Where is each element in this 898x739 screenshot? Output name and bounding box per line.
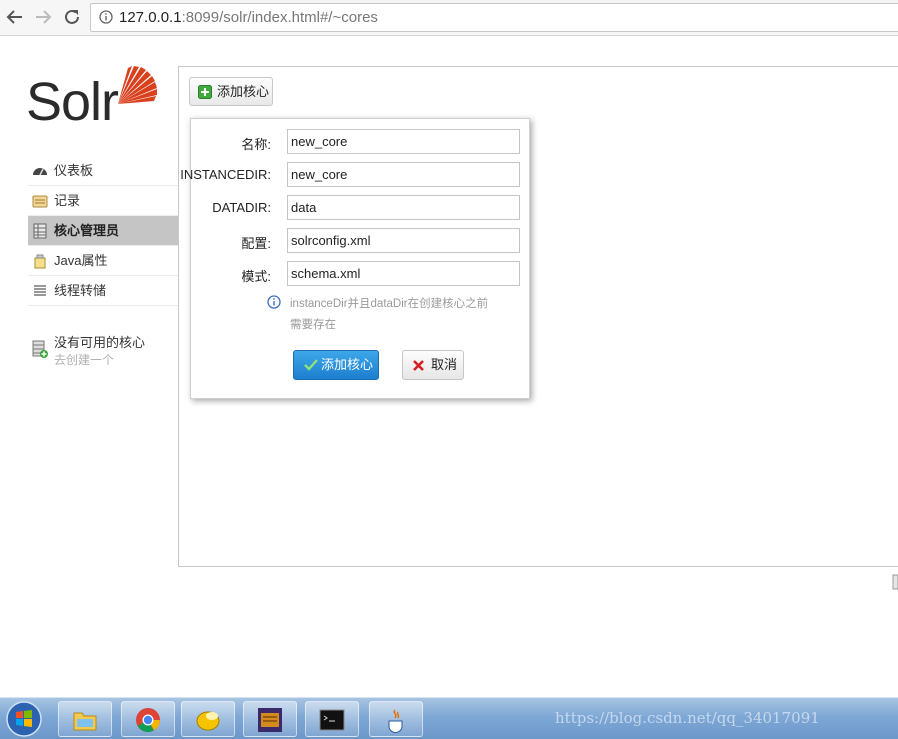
instancedir-field[interactable] — [287, 162, 520, 187]
cancel-button[interactable]: 取消 — [402, 350, 464, 380]
add-core-button[interactable]: 添加核心 — [189, 77, 273, 106]
no-cores-title: 没有可用的核心 — [54, 335, 146, 350]
sidebar-item-label: Java属性 — [54, 253, 108, 268]
sidebar-item-label: 核心管理员 — [54, 223, 120, 238]
cancel-button-label: 取消 — [431, 357, 458, 372]
chrome-icon — [136, 708, 160, 733]
add-core-dialog: 名称: INSTANCEDIR: DATADIR: 配置: 模式: instan… — [180, 118, 530, 399]
address-bar[interactable]: 127.0.0.1:8099/solr/index.html#/~cores — [90, 3, 898, 32]
close-icon — [413, 360, 424, 371]
taskbar-eclipse-javaee[interactable] — [243, 701, 297, 737]
sidebar-item-java-properties[interactable]: Java属性 — [28, 246, 178, 276]
reload-icon[interactable] — [61, 6, 83, 28]
folder-icon — [73, 712, 97, 731]
plus-icon — [198, 85, 212, 99]
datadir-label: DATADIR: — [212, 200, 271, 215]
sidebar-item-label: 记录 — [54, 193, 81, 208]
java-properties-icon — [34, 254, 46, 269]
url-text: 127.0.0.1:8099/solr/index.html#/~cores — [119, 9, 378, 26]
start-button-icon[interactable] — [4, 700, 44, 738]
taskbar-java[interactable] — [369, 701, 423, 737]
terminal-icon — [319, 709, 345, 731]
blog-watermark: https://blog.csdn.net/qq_34017091 — [555, 709, 820, 727]
taskbar-chrome[interactable] — [121, 701, 175, 737]
add-core-button-label: 添加核心 — [217, 84, 270, 99]
filezilla-icon — [196, 711, 220, 731]
checkmark-icon — [304, 359, 318, 371]
eclipse-javaee-icon — [258, 708, 282, 732]
sidebar-item-thread-dump[interactable]: 线程转储 — [28, 276, 178, 306]
sidebar-item-label: 线程转储 — [54, 283, 107, 298]
info-icon — [267, 295, 281, 309]
schema-field[interactable] — [287, 261, 520, 286]
dashboard-icon — [33, 168, 47, 176]
confirm-add-core-button[interactable]: 添加核心 — [293, 350, 379, 380]
sidebar-menu: 仪表板 记录 核心管理员 Java属性 线程转储 — [28, 156, 178, 306]
info-icon[interactable] — [99, 10, 113, 24]
back-arrow-icon[interactable] — [4, 6, 26, 28]
logo-text: Solr — [26, 72, 119, 132]
hint-line-1: instanceDir并且dataDir在创建核心之前 — [290, 298, 489, 310]
config-label: 配置: — [241, 236, 271, 251]
name-field[interactable] — [287, 129, 520, 154]
windows-taskbar: https://blog.csdn.net/qq_34017091 — [0, 697, 898, 739]
datadir-field[interactable] — [287, 195, 520, 220]
sidebar-item-core-admin[interactable]: 核心管理员 — [28, 216, 178, 246]
taskbar-terminal[interactable] — [305, 701, 359, 737]
sidebar-item-label: 仪表板 — [54, 163, 94, 178]
taskbar-filezilla[interactable] — [181, 701, 235, 737]
url-path: :8099/solr/index.html#/~cores — [181, 9, 378, 26]
browser-toolbar: 127.0.0.1:8099/solr/index.html#/~cores — [0, 0, 898, 36]
confirm-button-label: 添加核心 — [321, 357, 374, 372]
sidebar-item-logging[interactable]: 记录 — [28, 186, 178, 216]
name-label: 名称: — [241, 137, 271, 152]
solr-sun-icon — [118, 66, 157, 104]
url-host: 127.0.0.1 — [119, 9, 182, 26]
sidebar-item-dashboard[interactable]: 仪表板 — [28, 156, 178, 186]
forward-arrow-icon[interactable] — [32, 6, 54, 28]
directory-hint: instanceDir并且dataDir在创建核心之前 需要存在 — [290, 294, 515, 336]
instancedir-label: INSTANCEDIR: — [180, 167, 271, 182]
taskbar-file-explorer[interactable] — [58, 701, 112, 737]
scroll-corner-icon — [892, 574, 898, 590]
java-icon — [388, 709, 403, 733]
thread-dump-icon — [34, 285, 46, 296]
logging-icon — [32, 195, 48, 208]
solr-logo[interactable]: Solr — [26, 64, 161, 134]
core-admin-icon — [33, 223, 47, 239]
add-core-server-icon — [32, 340, 48, 358]
config-field[interactable] — [287, 228, 520, 253]
hint-line-2: 需要存在 — [290, 319, 336, 331]
create-core-link[interactable]: 去创建一个 — [54, 351, 114, 368]
schema-label: 模式: — [241, 269, 271, 284]
